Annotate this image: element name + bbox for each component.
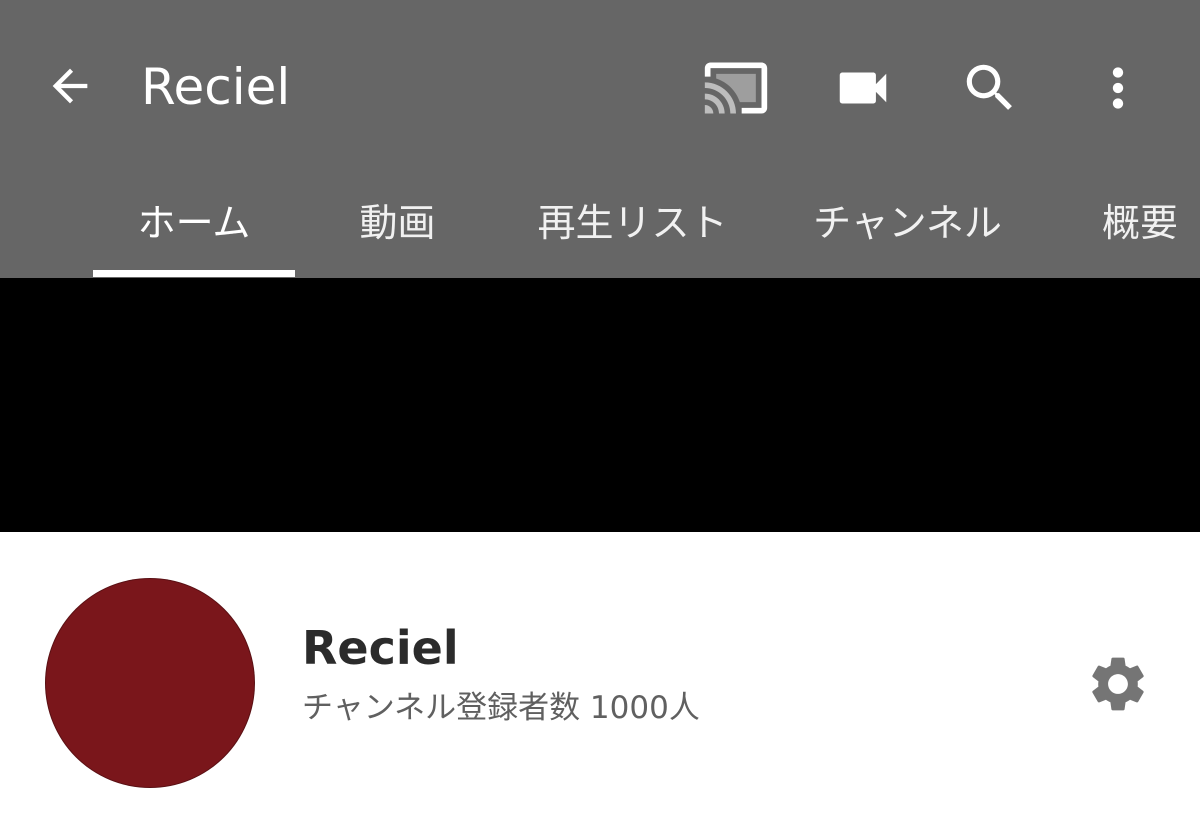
tab-home[interactable]: ホーム xyxy=(93,160,295,278)
arrow-back-icon xyxy=(52,68,88,104)
channel-avatar[interactable] xyxy=(46,579,254,787)
app-bar: Reciel ホーム 動画 再生リスト チャンネル 概要 xyxy=(0,0,1200,278)
subscriber-count: チャンネル登録者数 1000人 xyxy=(302,690,700,726)
search-button[interactable] xyxy=(954,52,1026,124)
gear-icon xyxy=(1092,657,1144,711)
selected-tab-indicator xyxy=(93,270,295,277)
tab-playlists[interactable]: 再生リスト xyxy=(525,160,740,278)
channel-tabs: ホーム 動画 再生リスト チャンネル 概要 xyxy=(0,160,1200,278)
channel-banner xyxy=(0,278,1200,532)
tab-channels[interactable]: チャンネル xyxy=(800,160,1015,278)
tab-videos[interactable]: 動画 xyxy=(340,160,455,278)
cast-icon xyxy=(704,62,768,114)
channel-page: Reciel ホーム 動画 再生リスト チャンネル 概要 Reciel チャンネ… xyxy=(0,0,1200,834)
channel-settings-button[interactable] xyxy=(1082,648,1154,720)
create-video-button[interactable] xyxy=(827,52,899,124)
more-options-button[interactable] xyxy=(1082,52,1154,124)
more-vert-icon xyxy=(1112,67,1124,109)
videocam-icon xyxy=(839,72,887,104)
cast-button[interactable] xyxy=(700,52,772,124)
search-icon xyxy=(966,64,1012,110)
page-title: Reciel xyxy=(141,58,291,116)
back-button[interactable] xyxy=(40,56,100,116)
channel-name: Reciel xyxy=(302,621,459,675)
tab-about[interactable]: 概要 xyxy=(1090,160,1200,278)
